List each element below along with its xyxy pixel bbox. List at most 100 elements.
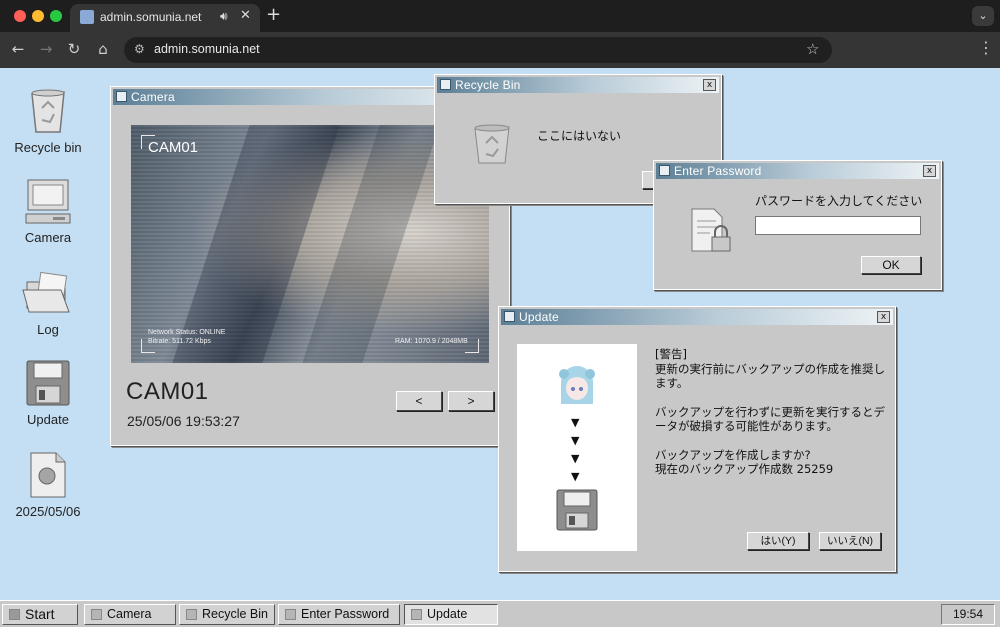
taskbar-item-label: Recycle Bin [202, 607, 268, 621]
close-icon[interactable]: x [877, 311, 890, 323]
no-button[interactable]: いいえ(N) [819, 532, 881, 550]
shield-icon [285, 609, 296, 620]
desktop-icon-update[interactable]: Update [0, 358, 96, 427]
floppy-disk-icon [504, 311, 515, 322]
desktop-icon-label: 2025/05/06 [15, 504, 81, 519]
address-bar[interactable]: ⚙ admin.somunia.net ☆ [124, 37, 832, 63]
taskbar-clock: 19:54 [941, 604, 995, 625]
floppy-disk-icon [26, 360, 70, 406]
tab-search-button[interactable]: ⌄ [972, 6, 994, 26]
shield-icon [440, 79, 451, 90]
window-title: Camera [131, 90, 175, 104]
password-window[interactable]: Enter Password x パスワードを入力してください OK [653, 160, 942, 290]
browser-tab-bar: admin.somunia.net 🔊︎ ✕ + ⌄ [0, 0, 1000, 32]
computer-icon [25, 179, 71, 224]
folder-icon [22, 271, 70, 313]
taskbar-item-label: Update [427, 607, 468, 621]
floppy-disk-icon [411, 609, 422, 620]
update-warning-text: [警告] 更新の実行前にバックアップの作成を推奨し ます。 バックアップを行わず… [655, 347, 889, 477]
password-prompt: パスワードを入力してください [755, 194, 923, 208]
down-arrow-icon: ▼ [571, 434, 580, 447]
text-line: バックアップを作成しますか? [655, 447, 811, 462]
update-titlebar[interactable]: Update x [501, 309, 893, 325]
home-icon[interactable]: ⌂ [93, 40, 113, 58]
text-line: ます。 [655, 376, 689, 390]
next-camera-button[interactable]: > [448, 391, 494, 411]
desktop-icon-label: Log [37, 322, 59, 337]
zoom-window-button[interactable] [50, 10, 62, 22]
reload-icon[interactable]: ↻ [64, 40, 84, 58]
browser-tab[interactable]: admin.somunia.net 🔊︎ ✕ [70, 4, 260, 32]
text-line: ータが破損する可能性があります。 [655, 419, 838, 433]
desktop: Recycle bin Camera Log Update 2025/05/06… [0, 68, 1000, 600]
new-tab-button[interactable]: + [266, 4, 281, 25]
window-title: Update [519, 310, 559, 324]
desktop-icon-log[interactable]: Log [0, 268, 96, 337]
close-window-button[interactable] [14, 10, 26, 22]
prev-camera-button[interactable]: < [396, 391, 442, 411]
password-titlebar[interactable]: Enter Password x [656, 163, 939, 179]
minimize-window-button[interactable] [32, 10, 44, 22]
text-line: [警告] [655, 347, 687, 361]
down-arrow-icon: ▼ [571, 452, 580, 465]
ram-text: RAM: 1070.9 / 2048MB [395, 338, 468, 345]
desktop-icon-label: Recycle bin [14, 140, 82, 155]
url-text: admin.somunia.net [154, 42, 260, 56]
desktop-icon-log-file[interactable]: 2025/05/06 [0, 450, 96, 519]
desktop-icon-recycle-bin[interactable]: Recycle bin [0, 84, 96, 155]
tab-close-icon[interactable]: ✕ [240, 8, 251, 23]
site-settings-icon[interactable]: ⚙ [134, 42, 145, 56]
camera-name: CAM01 [126, 378, 209, 405]
bitrate-text: Bitrate: 511.72 Kbps [148, 338, 211, 345]
start-label: Start [25, 606, 55, 622]
taskbar-item-label: Camera [107, 607, 152, 621]
shield-icon [659, 165, 670, 176]
browser-toolbar: ← → ↻ ⌂ ⚙ admin.somunia.net ☆ ⋮ [0, 32, 1000, 68]
recycle-bin-icon [31, 89, 65, 133]
favicon-icon [80, 10, 94, 24]
desktop-icon-camera[interactable]: Camera [0, 176, 96, 245]
tab-title: admin.somunia.net [100, 10, 202, 24]
text-line: 現在のバックアップ作成数 25259 [655, 462, 834, 476]
taskbar: Start Camera Recycle Bin Enter Password … [0, 600, 1000, 627]
update-illustration: ▼ ▼ ▼ ▼ [517, 344, 637, 551]
yes-button[interactable]: はい(Y) [747, 532, 809, 550]
text-line: バックアップを行わずに更新を実行するとデ [655, 404, 885, 419]
ok-button[interactable]: OK [861, 256, 921, 274]
back-arrow-icon[interactable]: ← [8, 40, 28, 58]
close-icon[interactable]: x [703, 79, 716, 91]
down-arrow-icon: ▼ [571, 416, 580, 429]
speaker-icon[interactable]: 🔊︎ [220, 9, 228, 24]
taskbar-item-label: Enter Password [301, 607, 390, 621]
recycle-bin-icon [186, 609, 197, 620]
close-icon[interactable]: x [923, 165, 936, 177]
desktop-icon-label: Camera [24, 230, 72, 245]
taskbar-item-camera[interactable]: Camera [84, 604, 176, 625]
forward-arrow-icon[interactable]: → [36, 40, 56, 58]
taskbar-item-enter-password[interactable]: Enter Password [278, 604, 400, 625]
start-button[interactable]: Start [2, 604, 78, 625]
character-avatar-icon [559, 366, 595, 404]
locked-document-icon [691, 208, 731, 252]
browser-menu-icon[interactable]: ⋮ [978, 38, 994, 57]
password-input[interactable] [755, 216, 921, 235]
update-window[interactable]: Update x ▼ ▼ ▼ ▼ [警告] 更新の実行前にバックアップの作成を推… [498, 306, 896, 572]
taskbar-item-recycle-bin[interactable]: Recycle Bin [179, 604, 275, 625]
recycle-bin-icon [474, 124, 510, 164]
bookmark-star-icon[interactable]: ☆ [806, 40, 819, 58]
desktop-icon-label: Update [27, 412, 69, 427]
camera-timestamp: 25/05/06 19:53:27 [127, 413, 240, 429]
computer-icon [91, 609, 102, 620]
text-line: 更新の実行前にバックアップの作成を推奨し [655, 361, 885, 376]
taskbar-item-update[interactable]: Update [404, 604, 498, 625]
floppy-disk-icon [556, 489, 598, 531]
recycle-bin-message: ここにはいない [537, 129, 622, 143]
window-icon [116, 91, 127, 102]
document-icon [30, 452, 66, 498]
recycle-bin-titlebar[interactable]: Recycle Bin x [437, 77, 719, 93]
camera-overlay-name: CAM01 [148, 139, 199, 156]
network-status-text: Network Status: ONLINE [148, 329, 226, 336]
window-title: Enter Password [674, 164, 762, 178]
down-arrow-icon: ▼ [571, 470, 580, 483]
window-title: Recycle Bin [455, 78, 521, 92]
